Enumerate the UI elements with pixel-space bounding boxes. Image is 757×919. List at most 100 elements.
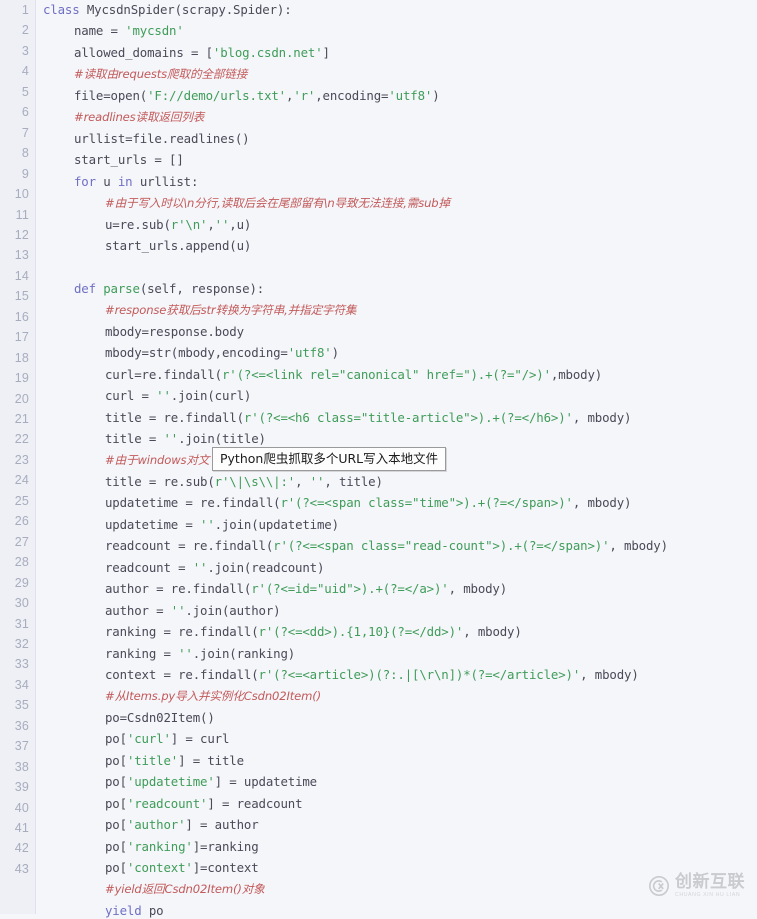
code-token: , title): [324, 473, 383, 489]
code-token: #readlines读取返回列表: [74, 110, 205, 125]
line-number: 2: [21, 23, 29, 38]
code-line[interactable]: po['curl'] = curl: [37, 731, 229, 747]
line-number: 20: [14, 391, 29, 406]
code-line[interactable]: #readlines读取返回列表: [37, 109, 204, 125]
code-token: ,: [207, 216, 215, 232]
code-line[interactable]: #response获取后str转换为字符串,并指定字符集: [37, 302, 357, 318]
code-line[interactable]: mbody=response.body: [37, 324, 244, 340]
code-token: po=Csdn02Item(): [105, 709, 215, 725]
code-token: #由于windows对文: [105, 453, 210, 468]
code-line[interactable]: title = re.findall(r'(?<=<h6 class="titl…: [37, 410, 631, 426]
code-token: readcount =: [105, 559, 193, 575]
code-line[interactable]: def parse(self, response):: [37, 281, 264, 297]
code-token: '': [163, 431, 179, 446]
code-viewer[interactable]: 1 2 3 4 5 6 7 8 9 10 11 12 13 14 15 16 17 18 19 20 21 22 23 24 2…: [0, 0, 757, 918]
code-token: 'ranking': [126, 838, 193, 854]
code-token: '': [214, 216, 230, 232]
code-line[interactable]: allowed_domains = ['blog.csdn.net']: [37, 45, 330, 61]
code-line[interactable]: #从Items.py导入并实例化Csdn02Item(): [37, 688, 321, 704]
code-line[interactable]: file=open('F://demo/urls.txt','r',encodi…: [37, 88, 440, 104]
code-line[interactable]: context = re.findall(r'(?<=<article>)(?:…: [37, 667, 639, 683]
code-line[interactable]: class MycsdnSpider(scrapy.Spider):: [37, 2, 292, 18]
code-token: r'(?<=id="uid">).+(?=</a>)': [251, 581, 449, 597]
code-line[interactable]: #yield返回Csdn02Item()对象: [37, 881, 265, 897]
line-number: 16: [14, 309, 29, 324]
code-token: for: [74, 173, 104, 189]
code-line[interactable]: for u in urllist:: [37, 174, 198, 190]
code-line[interactable]: #由于写入时以\n分行,读取后会在尾部留有\n导致无法连接,需sub掉: [37, 195, 450, 211]
code-token: po[: [105, 752, 127, 768]
line-number: 15: [14, 289, 29, 304]
code-line[interactable]: curl=re.findall(r'(?<=<link rel="canonic…: [37, 367, 602, 383]
line-number: 7: [21, 125, 29, 140]
code-token: , mbody): [609, 538, 668, 554]
code-token: ): [331, 345, 339, 361]
line-number: 12: [14, 227, 29, 242]
code-line[interactable]: po['ranking']=ranking: [37, 839, 259, 855]
code-token: r'(?<=<span class="time">).+(?=</span>)': [280, 495, 573, 511]
code-line[interactable]: ranking = ''.join(ranking): [37, 646, 295, 662]
code-token: mbody=response.body: [105, 323, 244, 339]
line-number: 29: [14, 575, 29, 590]
code-token: readcount = re.findall(: [105, 538, 274, 554]
watermark-text: 创新互联 CHUANG XIN HU LIAN: [675, 873, 745, 898]
code-line[interactable]: name = 'mycsdn': [37, 23, 184, 39]
code-line[interactable]: updatetime = re.findall(r'(?<=<span clas…: [37, 495, 631, 511]
code-line[interactable]: u=re.sub(r'\n','',u): [37, 217, 251, 233]
code-token: #yield返回Csdn02Item()对象: [105, 882, 265, 897]
line-number: 21: [14, 412, 29, 426]
code-line[interactable]: start_urls = []: [37, 152, 184, 168]
code-line[interactable]: readcount = re.findall(r'(?<=<span class…: [37, 538, 668, 554]
line-number: 40: [14, 800, 29, 815]
code-line[interactable]: po['context']=context: [37, 860, 259, 876]
code-line[interactable]: curl = ''.join(curl): [37, 388, 251, 404]
line-number: 13: [14, 248, 29, 263]
code-token: 'blog.csdn.net': [212, 44, 323, 60]
code-line[interactable]: #由于windows对文: [37, 452, 209, 468]
code-token: .join(readcount): [207, 559, 325, 575]
line-number: 28: [14, 555, 29, 570]
code-token: (scrapy.Spider):: [174, 2, 292, 17]
code-line[interactable]: start_urls.append(u): [37, 238, 251, 254]
code-token: def: [74, 280, 104, 296]
code-token: (self, response):: [139, 280, 265, 296]
code-token: po: [148, 902, 164, 918]
code-line[interactable]: yield po: [37, 902, 164, 919]
code-line[interactable]: title = ''.join(title): [37, 431, 266, 447]
code-line[interactable]: #读取由requests爬取的全部链接: [37, 66, 247, 82]
code-line[interactable]: author = ''.join(author): [37, 602, 281, 619]
code-token: file=open(: [74, 87, 148, 103]
code-line[interactable]: po['title'] = title: [37, 753, 244, 769]
line-number: 5: [21, 84, 29, 99]
code-token: ]=ranking: [192, 838, 259, 854]
code-line[interactable]: po['author'] = author: [37, 817, 259, 833]
line-number: 14: [14, 268, 29, 283]
code-token: start_urls = []: [74, 152, 184, 168]
code-line[interactable]: mbody=str(mbody,encoding='utf8'): [37, 345, 339, 361]
code-line[interactable]: title = re.sub(r'\|\s\\|:', '', title): [37, 474, 383, 490]
code-token: po[: [105, 817, 127, 833]
code-token: r'(?<=<article>)(?:.|[\r\n])*(?=</articl…: [258, 666, 581, 682]
code-line[interactable]: po=Csdn02Item(): [37, 710, 215, 726]
line-number-gutter: 1 2 3 4 5 6 7 8 9 10 11 12 13 14 15 16 17 18 19 20 21 22 23 24 2…: [0, 0, 36, 914]
code-line[interactable]: readcount = ''.join(readcount): [37, 560, 324, 576]
code-token: ]=context: [192, 860, 259, 875]
code-line[interactable]: author = re.findall(r'(?<=id="uid">).+(?…: [37, 581, 507, 597]
line-number: 36: [14, 718, 29, 733]
code-line[interactable]: po['readcount'] = readcount: [37, 796, 303, 812]
code-line[interactable]: updatetime = ''.join(updatetime): [37, 517, 339, 533]
code-token: 'r': [293, 87, 316, 103]
code-token: '': [170, 602, 186, 618]
line-number: 33: [14, 657, 29, 672]
code-line[interactable]: po['updatetime'] = updatetime: [37, 774, 317, 790]
code-line[interactable]: ranking = re.findall(r'(?<=<dd>).{1,10}(…: [37, 624, 522, 640]
code-token: ,encoding=: [315, 87, 389, 103]
code-token: author = re.findall(: [105, 581, 252, 597]
line-number: 4: [21, 64, 29, 79]
code-token: mbody=str(mbody,encoding=: [105, 345, 288, 361]
code-token: 'title': [126, 752, 179, 768]
code-token: curl =: [105, 388, 157, 404]
code-token: po[: [105, 731, 127, 747]
code-token: , mbody): [448, 581, 508, 597]
code-line[interactable]: urllist=file.readlines(): [37, 131, 250, 147]
